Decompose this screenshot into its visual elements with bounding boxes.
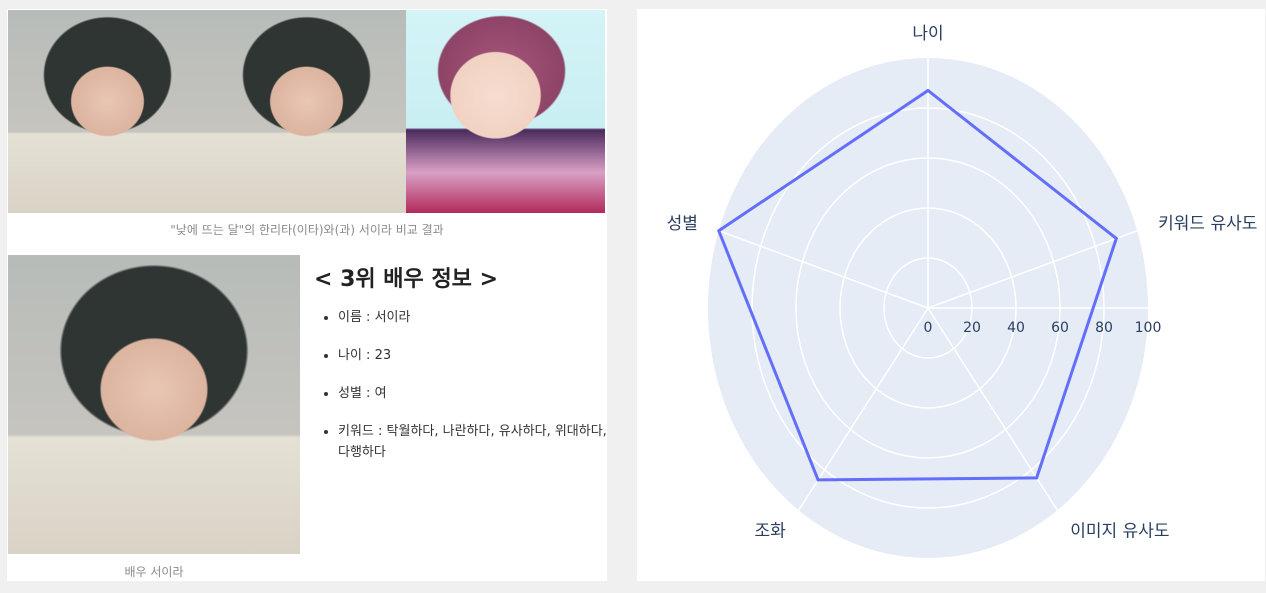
info-gender: 성별 : 여 bbox=[338, 383, 608, 404]
actor-photo-caption: 배우 서이라 bbox=[124, 565, 184, 579]
actor-info-heading: < 3위 배우 정보 > bbox=[314, 267, 499, 292]
info-age: 나이 : 23 bbox=[338, 345, 608, 366]
comparison-caption: "낮에 뜨는 달"의 한리타(이타)와(과) 서이라 비교 결과 bbox=[170, 223, 444, 237]
actor-photo-2 bbox=[207, 10, 406, 213]
axis-label: 나이 bbox=[912, 24, 943, 44]
radial-tick-label: 0 bbox=[924, 320, 933, 336]
radial-tick-label: 80 bbox=[1095, 320, 1113, 336]
radial-tick-label: 40 bbox=[1007, 320, 1025, 336]
data-point bbox=[926, 89, 930, 92]
axis-label: 이미지 유사도 bbox=[1070, 521, 1169, 541]
actor-info-list: 이름 : 서이라 나이 : 23 성별 : 여 키워드 : 탁월하다, 나란하다… bbox=[314, 307, 608, 480]
data-point bbox=[717, 229, 721, 233]
axis-label: 성별 bbox=[667, 214, 698, 234]
result-panel: "낮에 뜨는 달"의 한리타(이타)와(과) 서이라 비교 결과 배우 서이라 … bbox=[7, 9, 607, 581]
radial-tick-label: 60 bbox=[1051, 320, 1069, 336]
radar-chart: 나이키워드 유사도이미지 유사도 조화 성별 0 20 40 60 80 100 bbox=[667, 24, 1257, 558]
axis-label: 조화 bbox=[754, 521, 786, 541]
info-name: 이름 : 서이라 bbox=[338, 307, 608, 328]
actor-profile-photo bbox=[8, 255, 300, 554]
data-point bbox=[1035, 476, 1039, 480]
radar-chart-panel: 나이키워드 유사도이미지 유사도 조화 성별 0 20 40 60 80 100 bbox=[637, 9, 1265, 581]
webtoon-character-image bbox=[406, 10, 605, 213]
data-point bbox=[816, 478, 820, 482]
radial-tick-label: 20 bbox=[963, 320, 981, 336]
actor-photo-1 bbox=[8, 10, 207, 213]
info-keywords: 키워드 : 탁월하다, 나란하다, 유사하다, 위대하다, 다행하다 bbox=[338, 421, 608, 463]
axis-label: 키워드 유사도 bbox=[1158, 214, 1257, 234]
radial-tick-label: 100 bbox=[1135, 320, 1162, 336]
data-point bbox=[1114, 236, 1118, 240]
